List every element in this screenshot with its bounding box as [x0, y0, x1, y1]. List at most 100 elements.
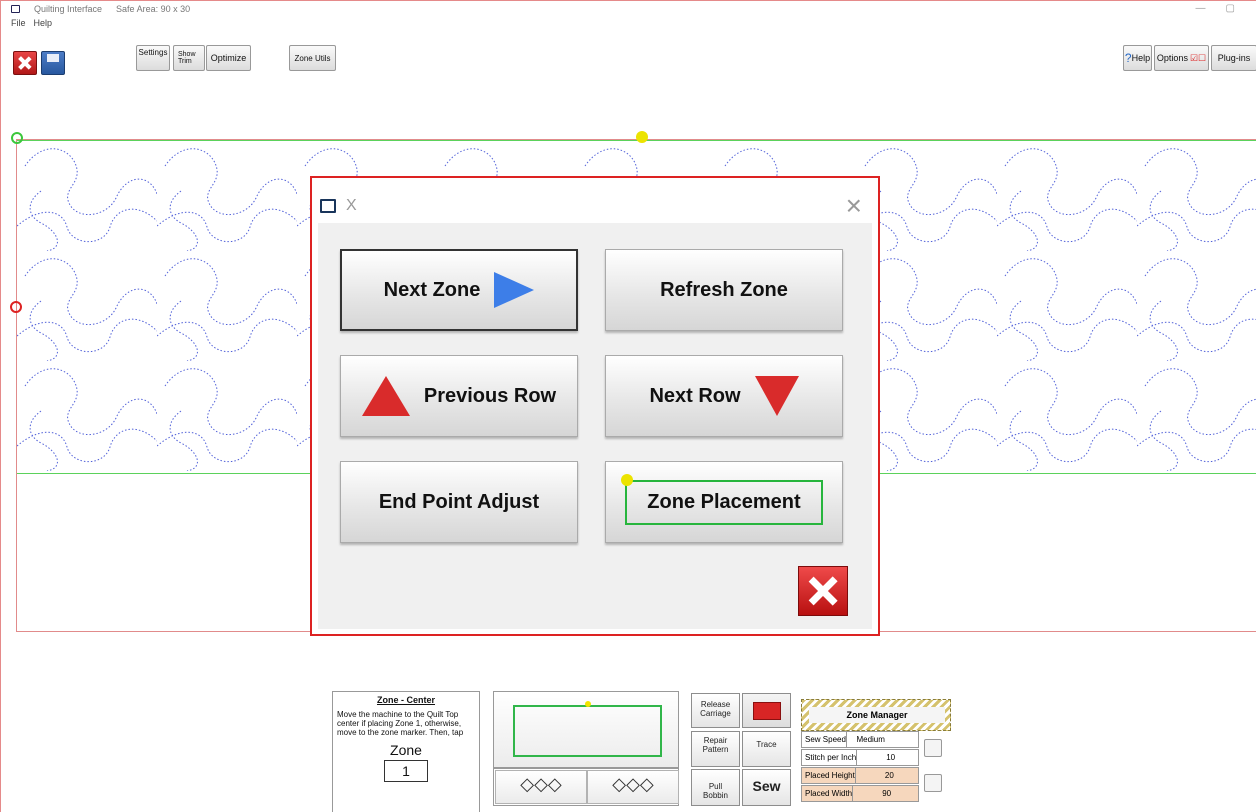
placement-options-icon[interactable] — [924, 774, 942, 792]
window-title: Quilting Interface — [34, 4, 103, 14]
options-button[interactable]: Options ☑☐ — [1154, 45, 1209, 71]
right-arrow-icon — [494, 272, 535, 308]
maximize-button[interactable]: ▢ — [1226, 3, 1235, 14]
zone-number-field[interactable]: 1 — [384, 760, 428, 782]
zone-placement-label: Zone Placement — [647, 490, 801, 513]
previous-row-label: Previous Row — [423, 384, 557, 407]
end-point-adjust-label: End Point Adjust — [378, 490, 540, 513]
app-window-icon — [11, 5, 20, 13]
title-bar: Quilting Interface Safe Area: 90 x 30 — … — [1, 1, 1256, 17]
stitch-per-inch-label: Stitch per Inch — [805, 753, 857, 762]
trace-label: Trace — [756, 740, 777, 749]
pattern-label: Pattern — [702, 745, 729, 754]
placed-height-label: Placed Height — [805, 771, 855, 780]
close-dialog-button[interactable] — [798, 566, 848, 616]
speed-settings-icon[interactable] — [924, 739, 942, 757]
help-label: Help — [1131, 53, 1151, 63]
next-row-label: Next Row — [649, 384, 741, 407]
help-button[interactable]: ? Help — [1123, 45, 1152, 71]
trace-button[interactable]: Trace — [742, 731, 791, 767]
options-checkbox-icon: ☑☐ — [1189, 52, 1207, 63]
minimize-button[interactable]: — — [1196, 3, 1206, 14]
dialog-window-icon — [320, 199, 336, 213]
start-marker-icon[interactable] — [11, 132, 23, 144]
pull-label: Pull — [708, 782, 723, 791]
options-label: Options — [1156, 53, 1188, 63]
placed-height-row: Placed Height 20 — [801, 767, 919, 784]
next-zone-label: Next Zone — [383, 278, 481, 301]
toolbox-button[interactable] — [742, 693, 791, 728]
save-button[interactable] — [41, 51, 65, 75]
toolbox-icon — [752, 702, 781, 720]
show-trim-label-1: Show — [178, 51, 196, 58]
zone-preview[interactable] — [493, 691, 679, 768]
repair-label: Repair — [703, 736, 728, 745]
dialog-title: X — [346, 197, 357, 214]
repair-pattern-button[interactable]: Repair Pattern — [691, 731, 740, 767]
settings-button[interactable]: Settings — [136, 45, 170, 71]
placed-width-label: Placed Width — [805, 789, 853, 798]
menu-help[interactable]: Help — [34, 18, 53, 28]
dialog-title-bar: X × — [320, 192, 870, 220]
sew-speed-row: Sew Speed Medium — [801, 731, 919, 748]
release-label: Release — [700, 700, 731, 709]
menu-file[interactable]: File — [11, 18, 26, 28]
carriage-label: Carriage — [700, 709, 731, 718]
exit-button[interactable] — [13, 51, 37, 75]
plugins-label: Plug-ins — [1217, 53, 1251, 63]
zone-utils-label: Zone Utils — [294, 53, 331, 63]
refresh-zone-label: Refresh Zone — [660, 278, 788, 301]
zone-center-marker-icon[interactable] — [636, 131, 648, 143]
zone-placement-button[interactable]: Zone Placement — [605, 461, 843, 543]
help-icon: ? — [1124, 51, 1132, 65]
pull-bobbin-button[interactable]: Pull Bobbin — [691, 769, 740, 806]
end-marker-icon[interactable] — [10, 301, 22, 313]
previous-row-button[interactable]: Previous Row — [340, 355, 578, 437]
safe-area-label: Safe Area: 90 x 30 — [116, 4, 191, 14]
quilting-interface-window: Quilting Interface Safe Area: 90 x 30 — … — [0, 0, 1256, 812]
zone-manager-title: Zone Manager — [809, 707, 945, 723]
sew-label: Sew — [752, 778, 781, 794]
sew-speed-value[interactable]: Medium — [845, 732, 888, 747]
zone-utils-button[interactable]: Zone Utils — [289, 45, 336, 71]
zone-manager-header: Zone Manager — [801, 699, 951, 731]
pattern-option-left[interactable]: ◇◇◇ — [495, 770, 587, 804]
sew-button[interactable]: Sew — [742, 769, 791, 806]
stitch-per-inch-row: Stitch per Inch 10 — [801, 749, 919, 766]
placed-width-value[interactable]: 90 — [852, 786, 894, 801]
show-trim-label-2: Trim — [178, 58, 192, 65]
preview-zone-outline — [513, 705, 662, 757]
plugins-button[interactable]: Plug-ins — [1211, 45, 1256, 71]
down-arrow-icon — [754, 376, 799, 416]
dialog-button-panel: Next Zone Refresh Zone Previous Row Next… — [318, 223, 872, 629]
preview-center-marker-icon — [585, 701, 591, 707]
end-point-adjust-button[interactable]: End Point Adjust — [340, 461, 578, 543]
optimize-button[interactable]: Optimize — [206, 45, 251, 71]
settings-label: Settings — [138, 48, 168, 57]
zone-label: Zone — [390, 742, 422, 758]
dialog-close-icon[interactable]: × — [846, 192, 862, 220]
bobbin-label: Bobbin — [703, 791, 728, 800]
zone-info-text: Move the machine to the Quilt Top center… — [337, 710, 464, 738]
placed-width-row: Placed Width 90 — [801, 785, 919, 802]
zone-info-panel: Zone - Center Move the machine to the Qu… — [332, 691, 480, 812]
window-controls: — ▢ — [1196, 3, 1235, 14]
release-carriage-button[interactable]: Release Carriage — [691, 693, 740, 728]
up-arrow-icon — [361, 376, 410, 416]
menu-bar: File Help — [11, 18, 52, 28]
zone-placement-marker-icon — [621, 474, 633, 486]
show-trim-button[interactable]: Show Trim — [173, 45, 205, 71]
next-zone-button[interactable]: Next Zone — [340, 249, 578, 331]
zone-utilities-dialog: X × Next Zone Refresh Zone Previous Row … — [310, 176, 880, 636]
placed-height-value[interactable]: 20 — [854, 768, 897, 783]
zone-info-title: Zone - Center — [376, 695, 435, 705]
stitch-per-inch-value[interactable]: 10 — [856, 750, 898, 765]
optimize-label: Optimize — [210, 53, 247, 63]
pattern-selector: ◇◇◇ ◇◇◇ — [493, 768, 679, 806]
next-row-button[interactable]: Next Row — [605, 355, 843, 437]
refresh-zone-button[interactable]: Refresh Zone — [605, 249, 843, 331]
sew-speed-label: Sew Speed — [805, 735, 846, 744]
main-toolbar: Settings Show Trim Optimize Zone Utils ?… — [1, 45, 1256, 75]
pattern-option-right[interactable]: ◇◇◇ — [587, 770, 679, 804]
zone-manager-panel: Zone Manager Sew Speed Medium Stitch per … — [801, 699, 951, 807]
